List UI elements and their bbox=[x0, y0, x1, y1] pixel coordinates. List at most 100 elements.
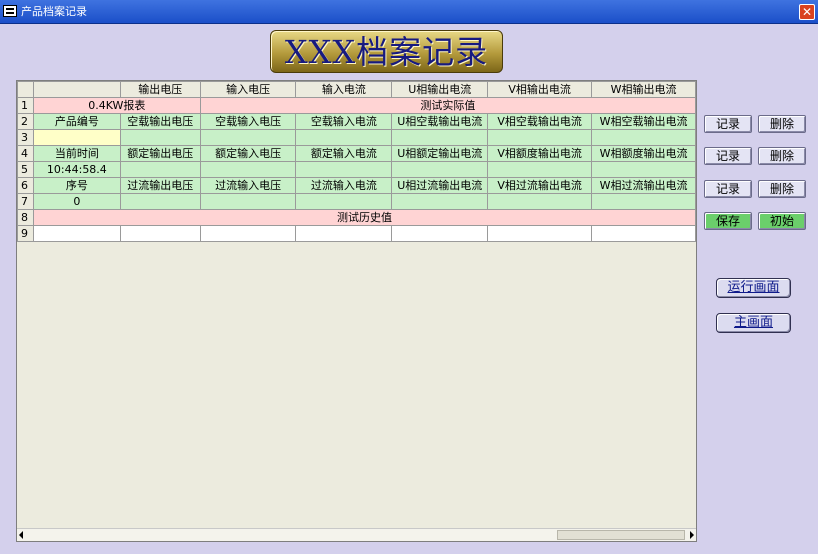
grid-cell[interactable] bbox=[295, 161, 393, 178]
current-time-cell[interactable]: 10:44:58.4 bbox=[32, 161, 121, 178]
table-row: 4 当前时间 额定输出电压 额定输入电压 额定输入电流 U相额定输出电流 V相额… bbox=[17, 145, 696, 162]
column-header: 输入电流 bbox=[295, 81, 393, 98]
grid-cell[interactable]: 产品编号 bbox=[32, 113, 121, 130]
column-header: U相输出电流 bbox=[391, 81, 489, 98]
grid-cell[interactable] bbox=[119, 161, 201, 178]
record-button-1[interactable]: 记录 bbox=[704, 115, 752, 133]
record-button-2[interactable]: 记录 bbox=[704, 147, 752, 165]
main-screen-button[interactable]: 主画面 bbox=[716, 313, 791, 333]
grid-cell[interactable]: 序号 bbox=[32, 177, 121, 194]
grid-cell[interactable]: 空载输入电压 bbox=[199, 113, 297, 130]
grid-cell[interactable] bbox=[199, 161, 297, 178]
table-row: 3 bbox=[17, 129, 696, 146]
product-code-cell[interactable] bbox=[32, 129, 121, 146]
row-number: 4 bbox=[17, 145, 34, 162]
grid-cell[interactable] bbox=[487, 161, 593, 178]
grid-cell[interactable] bbox=[295, 129, 393, 146]
grid-cell[interactable]: V相空载输出电流 bbox=[487, 113, 593, 130]
row-number: 3 bbox=[17, 129, 34, 146]
grid-cell[interactable]: U相额定输出电流 bbox=[391, 145, 489, 162]
save-button[interactable]: 保存 bbox=[704, 212, 752, 230]
grid-cell[interactable] bbox=[199, 129, 297, 146]
grid-cell[interactable] bbox=[199, 225, 297, 242]
grid-cell[interactable] bbox=[295, 193, 393, 210]
title-bar: 产品档案记录 ✕ bbox=[0, 0, 818, 24]
grid-cell[interactable] bbox=[32, 225, 121, 242]
init-button[interactable]: 初始 bbox=[758, 212, 806, 230]
grid-cell[interactable] bbox=[487, 193, 593, 210]
grid-cell[interactable]: 空载输出电压 bbox=[119, 113, 201, 130]
run-screen-button[interactable]: 运行画面 bbox=[716, 278, 791, 298]
grid-cell[interactable] bbox=[487, 225, 593, 242]
table-row: 5 10:44:58.4 bbox=[17, 161, 696, 178]
grid-cell[interactable]: W相额度输出电流 bbox=[591, 145, 696, 162]
row-number: 8 bbox=[17, 209, 34, 226]
record-button-3[interactable]: 记录 bbox=[704, 180, 752, 198]
grid-cell[interactable]: W相空载输出电流 bbox=[591, 113, 696, 130]
grid-cell[interactable] bbox=[295, 225, 393, 242]
table-row: 1 0.4KW报表 测试实际值 bbox=[17, 97, 697, 114]
grid-cell[interactable]: U相过流输出电流 bbox=[391, 177, 489, 194]
scroll-right-arrow-icon[interactable] bbox=[690, 531, 694, 539]
column-header: W相输出电流 bbox=[591, 81, 696, 98]
history-values-header[interactable]: 测试历史值 bbox=[32, 209, 697, 226]
delete-button-3[interactable]: 删除 bbox=[758, 180, 806, 198]
grid-table: 输出电压 输入电压 输入电流 U相输出电流 V相输出电流 W相输出电流 1 0.… bbox=[17, 81, 697, 242]
grid-cell[interactable] bbox=[391, 225, 489, 242]
row-number: 6 bbox=[17, 177, 34, 194]
grid-cell[interactable]: V相额度输出电流 bbox=[487, 145, 593, 162]
grid-cell[interactable]: 过流输出电压 bbox=[119, 177, 201, 194]
column-header: 输入电压 bbox=[199, 81, 297, 98]
table-row: 2 产品编号 空载输出电压 空载输入电压 空载输入电流 U相空载输出电流 V相空… bbox=[17, 113, 696, 130]
grid-cell[interactable] bbox=[119, 129, 201, 146]
grid-cell[interactable] bbox=[487, 129, 593, 146]
column-header bbox=[32, 81, 121, 98]
horizontal-scrollbar[interactable] bbox=[17, 528, 696, 541]
banner-title: XXX档案记录 bbox=[284, 33, 489, 71]
report-title-cell[interactable]: 0.4KW报表 bbox=[32, 97, 201, 114]
grid-cell[interactable]: W相过流输出电流 bbox=[591, 177, 696, 194]
grid-cell[interactable] bbox=[119, 225, 201, 242]
grid-cell[interactable] bbox=[391, 193, 489, 210]
grid-cell[interactable] bbox=[591, 129, 696, 146]
table-row: 9 bbox=[17, 225, 696, 242]
window-title: 产品档案记录 bbox=[21, 5, 87, 18]
grid-cell[interactable]: 额定输入电压 bbox=[199, 145, 297, 162]
grid-cell[interactable] bbox=[391, 161, 489, 178]
grid-cell[interactable]: 过流输入电流 bbox=[295, 177, 393, 194]
row-number: 2 bbox=[17, 113, 34, 130]
grid-cell[interactable]: 当前时间 bbox=[32, 145, 121, 162]
row-number: 1 bbox=[17, 97, 34, 114]
grid-cell[interactable]: 空载输入电流 bbox=[295, 113, 393, 130]
scroll-left-arrow-icon[interactable] bbox=[19, 531, 23, 539]
serial-number-cell[interactable]: 0 bbox=[32, 193, 121, 210]
data-grid[interactable]: 输出电压 输入电压 输入电流 U相输出电流 V相输出电流 W相输出电流 1 0.… bbox=[16, 80, 697, 542]
row-number: 9 bbox=[17, 225, 34, 242]
grid-cell[interactable]: 额定输入电流 bbox=[295, 145, 393, 162]
close-button[interactable]: ✕ bbox=[799, 4, 815, 20]
grid-cell[interactable] bbox=[391, 129, 489, 146]
grid-cell[interactable]: U相空载输出电流 bbox=[391, 113, 489, 130]
table-row: 7 0 bbox=[17, 193, 696, 210]
column-header: 输出电压 bbox=[119, 81, 201, 98]
corner-cell bbox=[17, 81, 34, 98]
table-row: 6 序号 过流输出电压 过流输入电压 过流输入电流 U相过流输出电流 V相过流输… bbox=[17, 177, 696, 194]
row-number: 5 bbox=[17, 161, 34, 178]
grid-cell[interactable] bbox=[591, 193, 696, 210]
grid-cell[interactable]: V相过流输出电流 bbox=[487, 177, 593, 194]
grid-cell[interactable] bbox=[591, 225, 696, 242]
grid-cell[interactable]: 额定输出电压 bbox=[119, 145, 201, 162]
grid-cell[interactable] bbox=[199, 193, 297, 210]
grid-cell[interactable]: 过流输入电压 bbox=[199, 177, 297, 194]
row-number: 7 bbox=[17, 193, 34, 210]
app-icon bbox=[3, 5, 17, 17]
grid-cell[interactable] bbox=[591, 161, 696, 178]
column-header: V相输出电流 bbox=[487, 81, 593, 98]
delete-button-2[interactable]: 删除 bbox=[758, 147, 806, 165]
grid-cell[interactable] bbox=[119, 193, 201, 210]
scroll-thumb[interactable] bbox=[557, 530, 685, 540]
header-row: 输出电压 输入电压 输入电流 U相输出电流 V相输出电流 W相输出电流 bbox=[17, 81, 696, 98]
delete-button-1[interactable]: 删除 bbox=[758, 115, 806, 133]
actual-values-header[interactable]: 测试实际值 bbox=[199, 97, 697, 114]
table-row: 8 测试历史值 bbox=[17, 209, 697, 226]
